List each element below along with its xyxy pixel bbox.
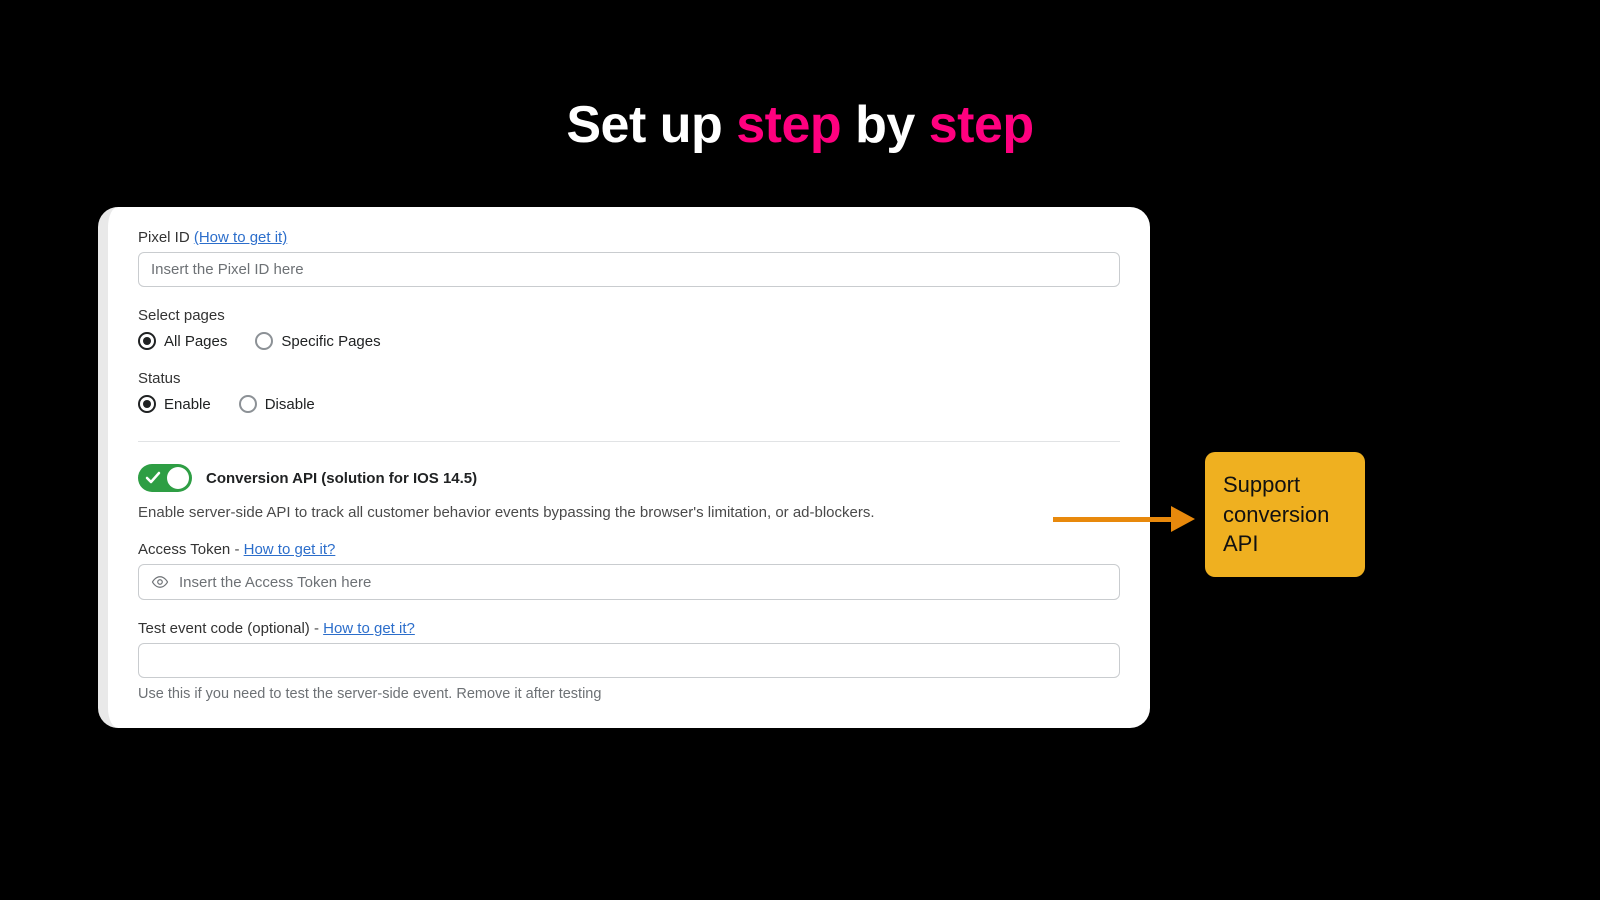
conversion-api-desc: Enable server-side API to track all cust… — [138, 504, 1120, 521]
test-code-help-link[interactable]: How to get it? — [323, 620, 415, 637]
toggle-knob — [167, 467, 189, 489]
section-divider — [138, 441, 1120, 442]
radio-specific-pages-label: Specific Pages — [281, 333, 380, 350]
callout-text: Support conversion API — [1223, 472, 1329, 556]
pixel-id-label-row: Pixel ID (How to get it) — [138, 229, 1120, 246]
annotation-arrow — [1053, 507, 1203, 531]
dash: - — [310, 620, 323, 637]
heading-part1: Set up — [566, 96, 736, 154]
pixel-id-help-link[interactable]: (How to get it) — [194, 229, 287, 246]
pixel-id-input[interactable] — [138, 252, 1120, 287]
pixel-id-label: Pixel ID — [138, 229, 194, 246]
arrow-line — [1053, 517, 1173, 522]
access-token-label: Access Token — [138, 541, 230, 558]
heading-part3: by — [841, 96, 929, 154]
heading-part4: step — [929, 96, 1034, 154]
check-icon — [145, 470, 161, 486]
radio-disable[interactable]: Disable — [239, 395, 315, 413]
test-code-input[interactable] — [138, 643, 1120, 678]
conversion-api-toggle[interactable] — [138, 464, 192, 492]
eye-icon — [151, 573, 169, 591]
status-label: Status — [138, 370, 1120, 387]
access-token-label-row: Access Token - How to get it? — [138, 541, 1120, 558]
dash: - — [230, 541, 243, 558]
arrow-right-icon — [1171, 506, 1195, 532]
access-token-help-link[interactable]: How to get it? — [244, 541, 336, 558]
radio-icon — [255, 332, 273, 350]
select-pages-label: Select pages — [138, 307, 1120, 324]
annotation-callout: Support conversion API — [1205, 452, 1365, 577]
radio-icon — [138, 395, 156, 413]
access-token-input-wrap[interactable] — [138, 564, 1120, 600]
heading-part2: step — [736, 96, 841, 154]
radio-icon — [138, 332, 156, 350]
access-token-input[interactable] — [179, 574, 1107, 591]
radio-enable[interactable]: Enable — [138, 395, 211, 413]
test-code-label: Test event code (optional) — [138, 620, 310, 637]
test-code-label-row: Test event code (optional) - How to get … — [138, 620, 1120, 637]
radio-disable-label: Disable — [265, 396, 315, 413]
test-code-helper: Use this if you need to test the server-… — [138, 686, 1120, 702]
radio-all-pages[interactable]: All Pages — [138, 332, 227, 350]
radio-enable-label: Enable — [164, 396, 211, 413]
page-heading: Set up step by step — [0, 0, 1600, 155]
conversion-api-title: Conversion API (solution for IOS 14.5) — [206, 470, 477, 487]
radio-specific-pages[interactable]: Specific Pages — [255, 332, 380, 350]
settings-card: Pixel ID (How to get it) Select pages Al… — [98, 207, 1150, 728]
radio-all-pages-label: All Pages — [164, 333, 227, 350]
radio-icon — [239, 395, 257, 413]
